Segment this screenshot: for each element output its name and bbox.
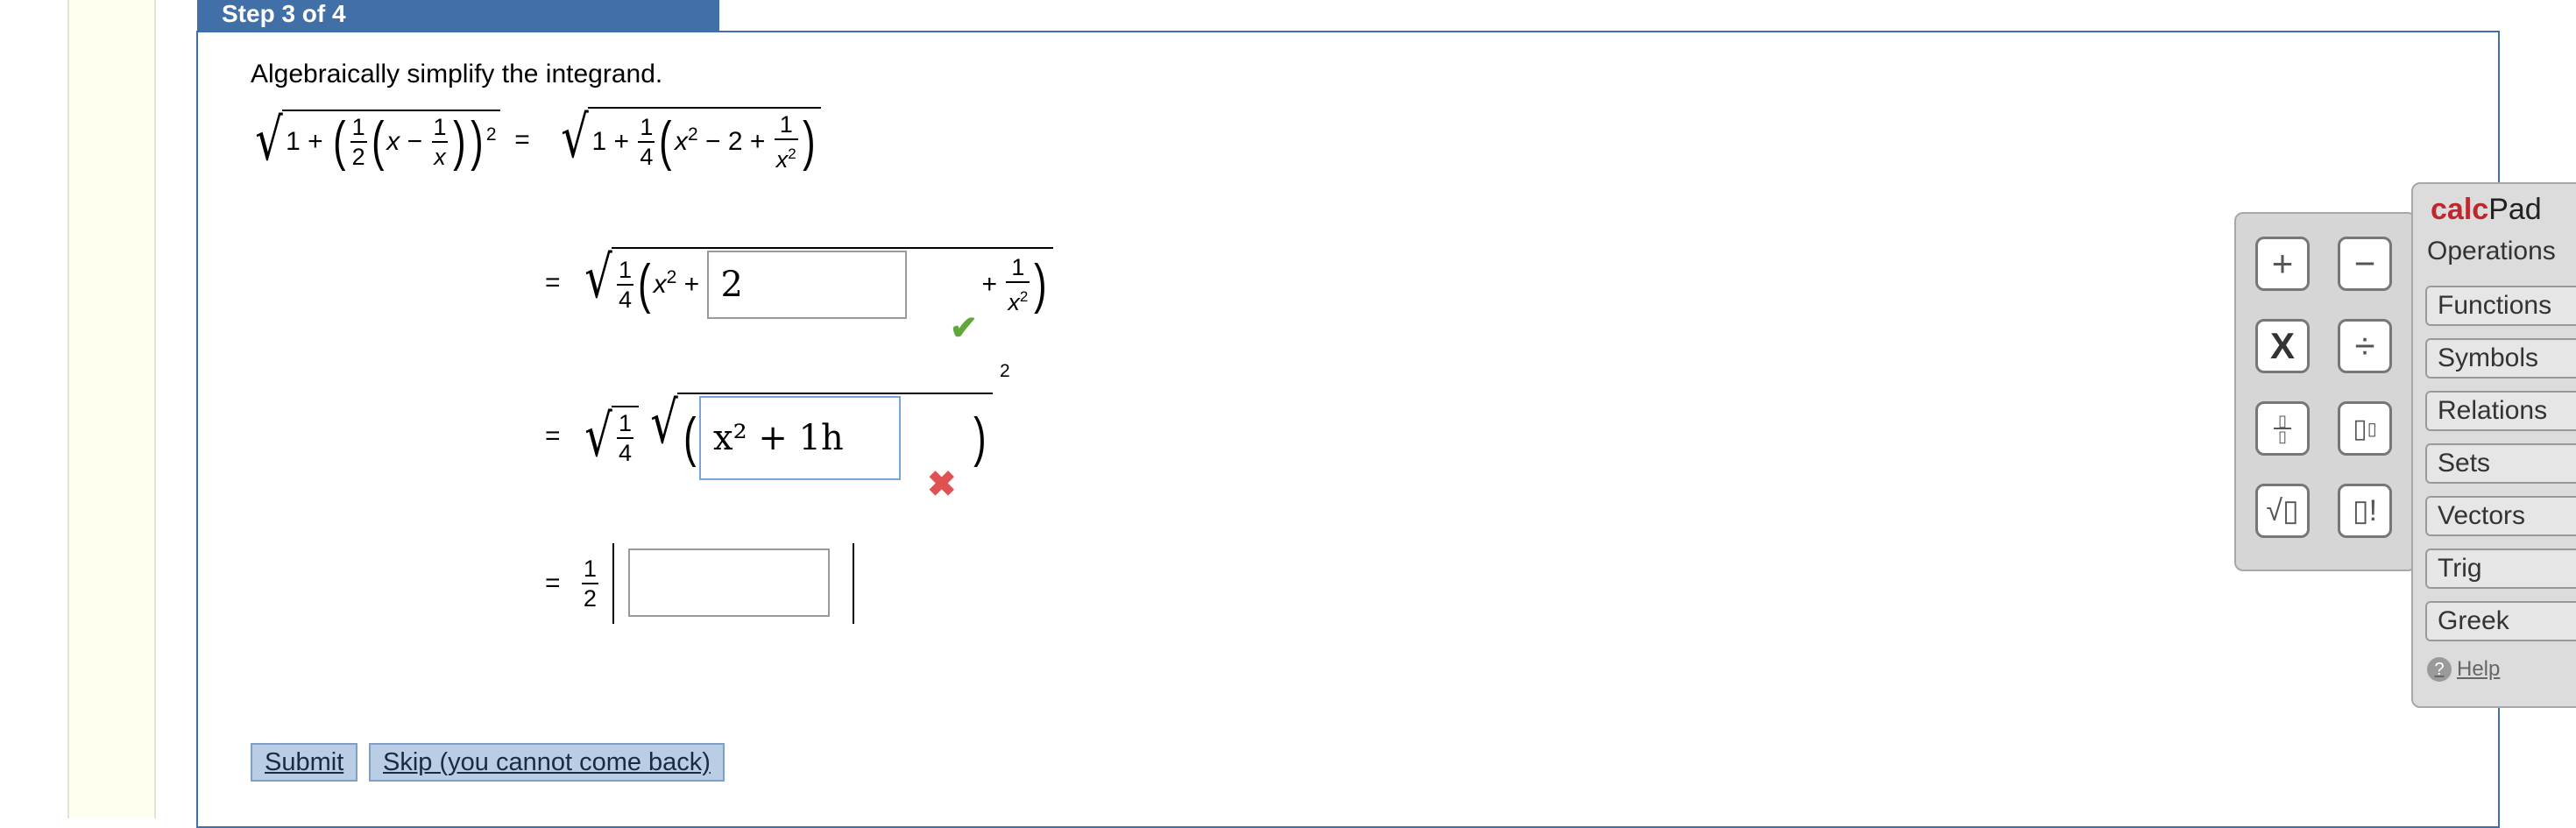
submit-button[interactable]: Submit <box>251 743 358 782</box>
answer-box-2[interactable]: x² + 1h <box>699 396 902 480</box>
tab-greek[interactable]: Greek <box>2425 601 2576 641</box>
minus-key[interactable]: − <box>2338 237 2392 291</box>
help-label: Help <box>2457 657 2501 681</box>
calcpad-panel: calcPad Operations Functions Symbols Rel… <box>2411 182 2576 708</box>
help-icon: ? <box>2427 657 2452 682</box>
fraction-key[interactable]: ▯ ▯ <box>2255 401 2310 456</box>
tab-functions[interactable]: Functions <box>2425 286 2576 326</box>
tab-trig[interactable]: Trig <box>2425 548 2576 589</box>
tab-symbols[interactable]: Symbols <box>2425 338 2576 379</box>
help-link[interactable]: ? Help <box>2427 657 2500 682</box>
correct-checkmark-icon: ✔ <box>950 310 978 347</box>
left-sidebar <box>67 0 156 818</box>
step-indicator: Step 3 of 4 <box>197 0 719 32</box>
tab-sets[interactable]: Sets <box>2425 443 2576 484</box>
calcpad-keypad: + − X ÷ ▯ ▯ ▯ ▯ √▯ ▯! <box>2234 212 2417 571</box>
tab-relations[interactable]: Relations <box>2425 391 2576 431</box>
radical-line-2: √ 1 4(x 2 + 2 + 1 x2) <box>580 247 1053 319</box>
incorrect-x-icon: ✖ <box>927 465 957 504</box>
instruction-text: Algebraically simplify the integrand. <box>251 60 663 88</box>
tab-vectors[interactable]: Vectors <box>2425 496 2576 536</box>
factorial-key[interactable]: ▯! <box>2338 484 2392 538</box>
radical-rhs: √ 1 + 1 4(x 2 − 2 + 1 x2) <box>556 107 822 173</box>
skip-button[interactable]: Skip (you cannot come back) <box>369 743 725 782</box>
tab-operations[interactable]: Operations <box>2427 237 2556 266</box>
radical-quarter: √ 14 <box>580 406 639 467</box>
radical-lhs: √ 1 + (1 2(x − 1 x)) 2 <box>251 110 500 171</box>
plus-key[interactable]: + <box>2255 237 2310 291</box>
equation-line-1: √ 1 + (1 2(x − 1 x)) 2 = √ 1 + 1 4(x 2 − 2 + … <box>251 107 822 173</box>
sqrt-key[interactable]: √▯ <box>2255 484 2310 538</box>
calcpad-title: calcPad <box>2431 193 2542 226</box>
multiply-key[interactable]: X <box>2255 319 2310 373</box>
equation-line-4: = 12 <box>545 543 855 624</box>
exponent-key[interactable]: ▯ ▯ <box>2338 401 2392 456</box>
answer-box-1[interactable]: 2 <box>706 251 907 319</box>
divide-key[interactable]: ÷ <box>2338 319 2392 373</box>
answer-box-3[interactable] <box>628 548 831 617</box>
